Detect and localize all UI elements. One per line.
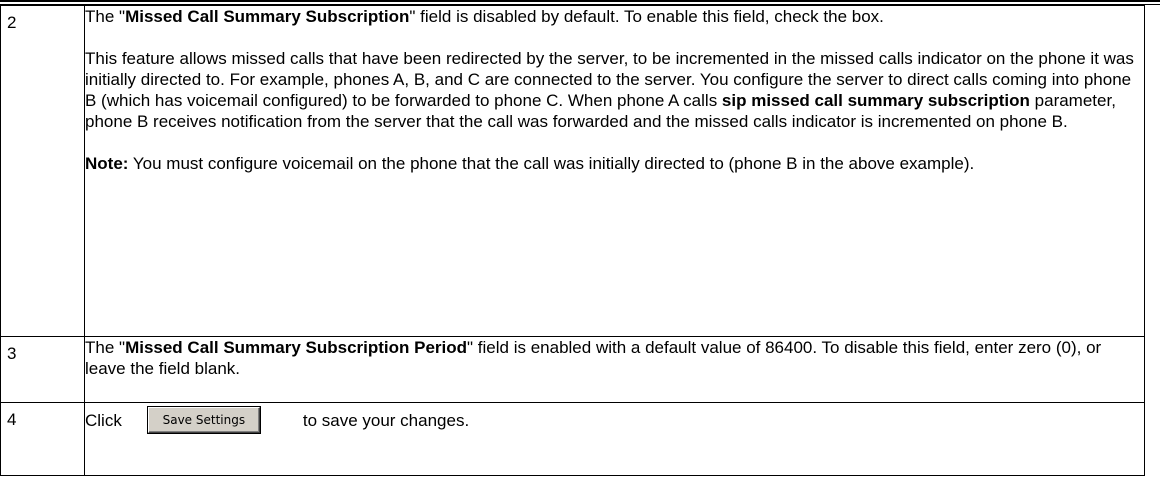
parameter-name-bold: sip missed call summary subscription xyxy=(721,91,1030,110)
step-3-text: The "Missed Call Summary Subscription Pe… xyxy=(85,337,1144,379)
field-name-bold: Missed Call Summary Subscription xyxy=(125,7,410,26)
step-number-cell: 2 xyxy=(0,5,85,337)
step-row-4: 4 Click Save Settings to save your chang… xyxy=(0,402,1145,476)
step-row-3: 3 The "Missed Call Summary Subscription … xyxy=(0,336,1145,403)
step-number-cell: 3 xyxy=(0,336,85,403)
note-text: You must configure voicemail on the phon… xyxy=(128,154,975,173)
step-number-cell: 4 xyxy=(0,402,85,476)
save-settings-button[interactable]: Save Settings xyxy=(147,407,260,433)
top-rule xyxy=(0,0,1160,2)
step-number: 2 xyxy=(7,13,17,32)
step-2-explanation: This feature allows missed calls that ha… xyxy=(85,48,1144,132)
save-instruction: to save your changes. xyxy=(302,410,470,430)
note-label: Note: xyxy=(85,154,129,173)
text-run: " field is disabled by default. To enabl… xyxy=(409,7,884,26)
text-run: The " xyxy=(85,338,126,357)
step-number: 4 xyxy=(7,410,17,429)
field-name-bold: Missed Call Summary Subscription Period xyxy=(125,338,468,357)
step-row-2: 2 The "Missed Call Summary Subscription"… xyxy=(0,5,1145,337)
step-4-line: Click Save Settings to save your changes… xyxy=(85,407,1144,433)
text-run: The " xyxy=(85,7,126,26)
step-2-intro: The "Missed Call Summary Subscription" f… xyxy=(85,6,1144,27)
step-description-cell: The "Missed Call Summary Subscription Pe… xyxy=(84,336,1145,403)
step-description-cell: The "Missed Call Summary Subscription" f… xyxy=(84,5,1145,337)
click-label: Click xyxy=(85,410,122,430)
step-2-note: Note: You must configure voicemail on th… xyxy=(85,153,1144,174)
step-description-cell: Click Save Settings to save your changes… xyxy=(84,402,1145,476)
steps-table: 2 The "Missed Call Summary Subscription"… xyxy=(0,5,1145,476)
step-number: 3 xyxy=(7,344,17,363)
